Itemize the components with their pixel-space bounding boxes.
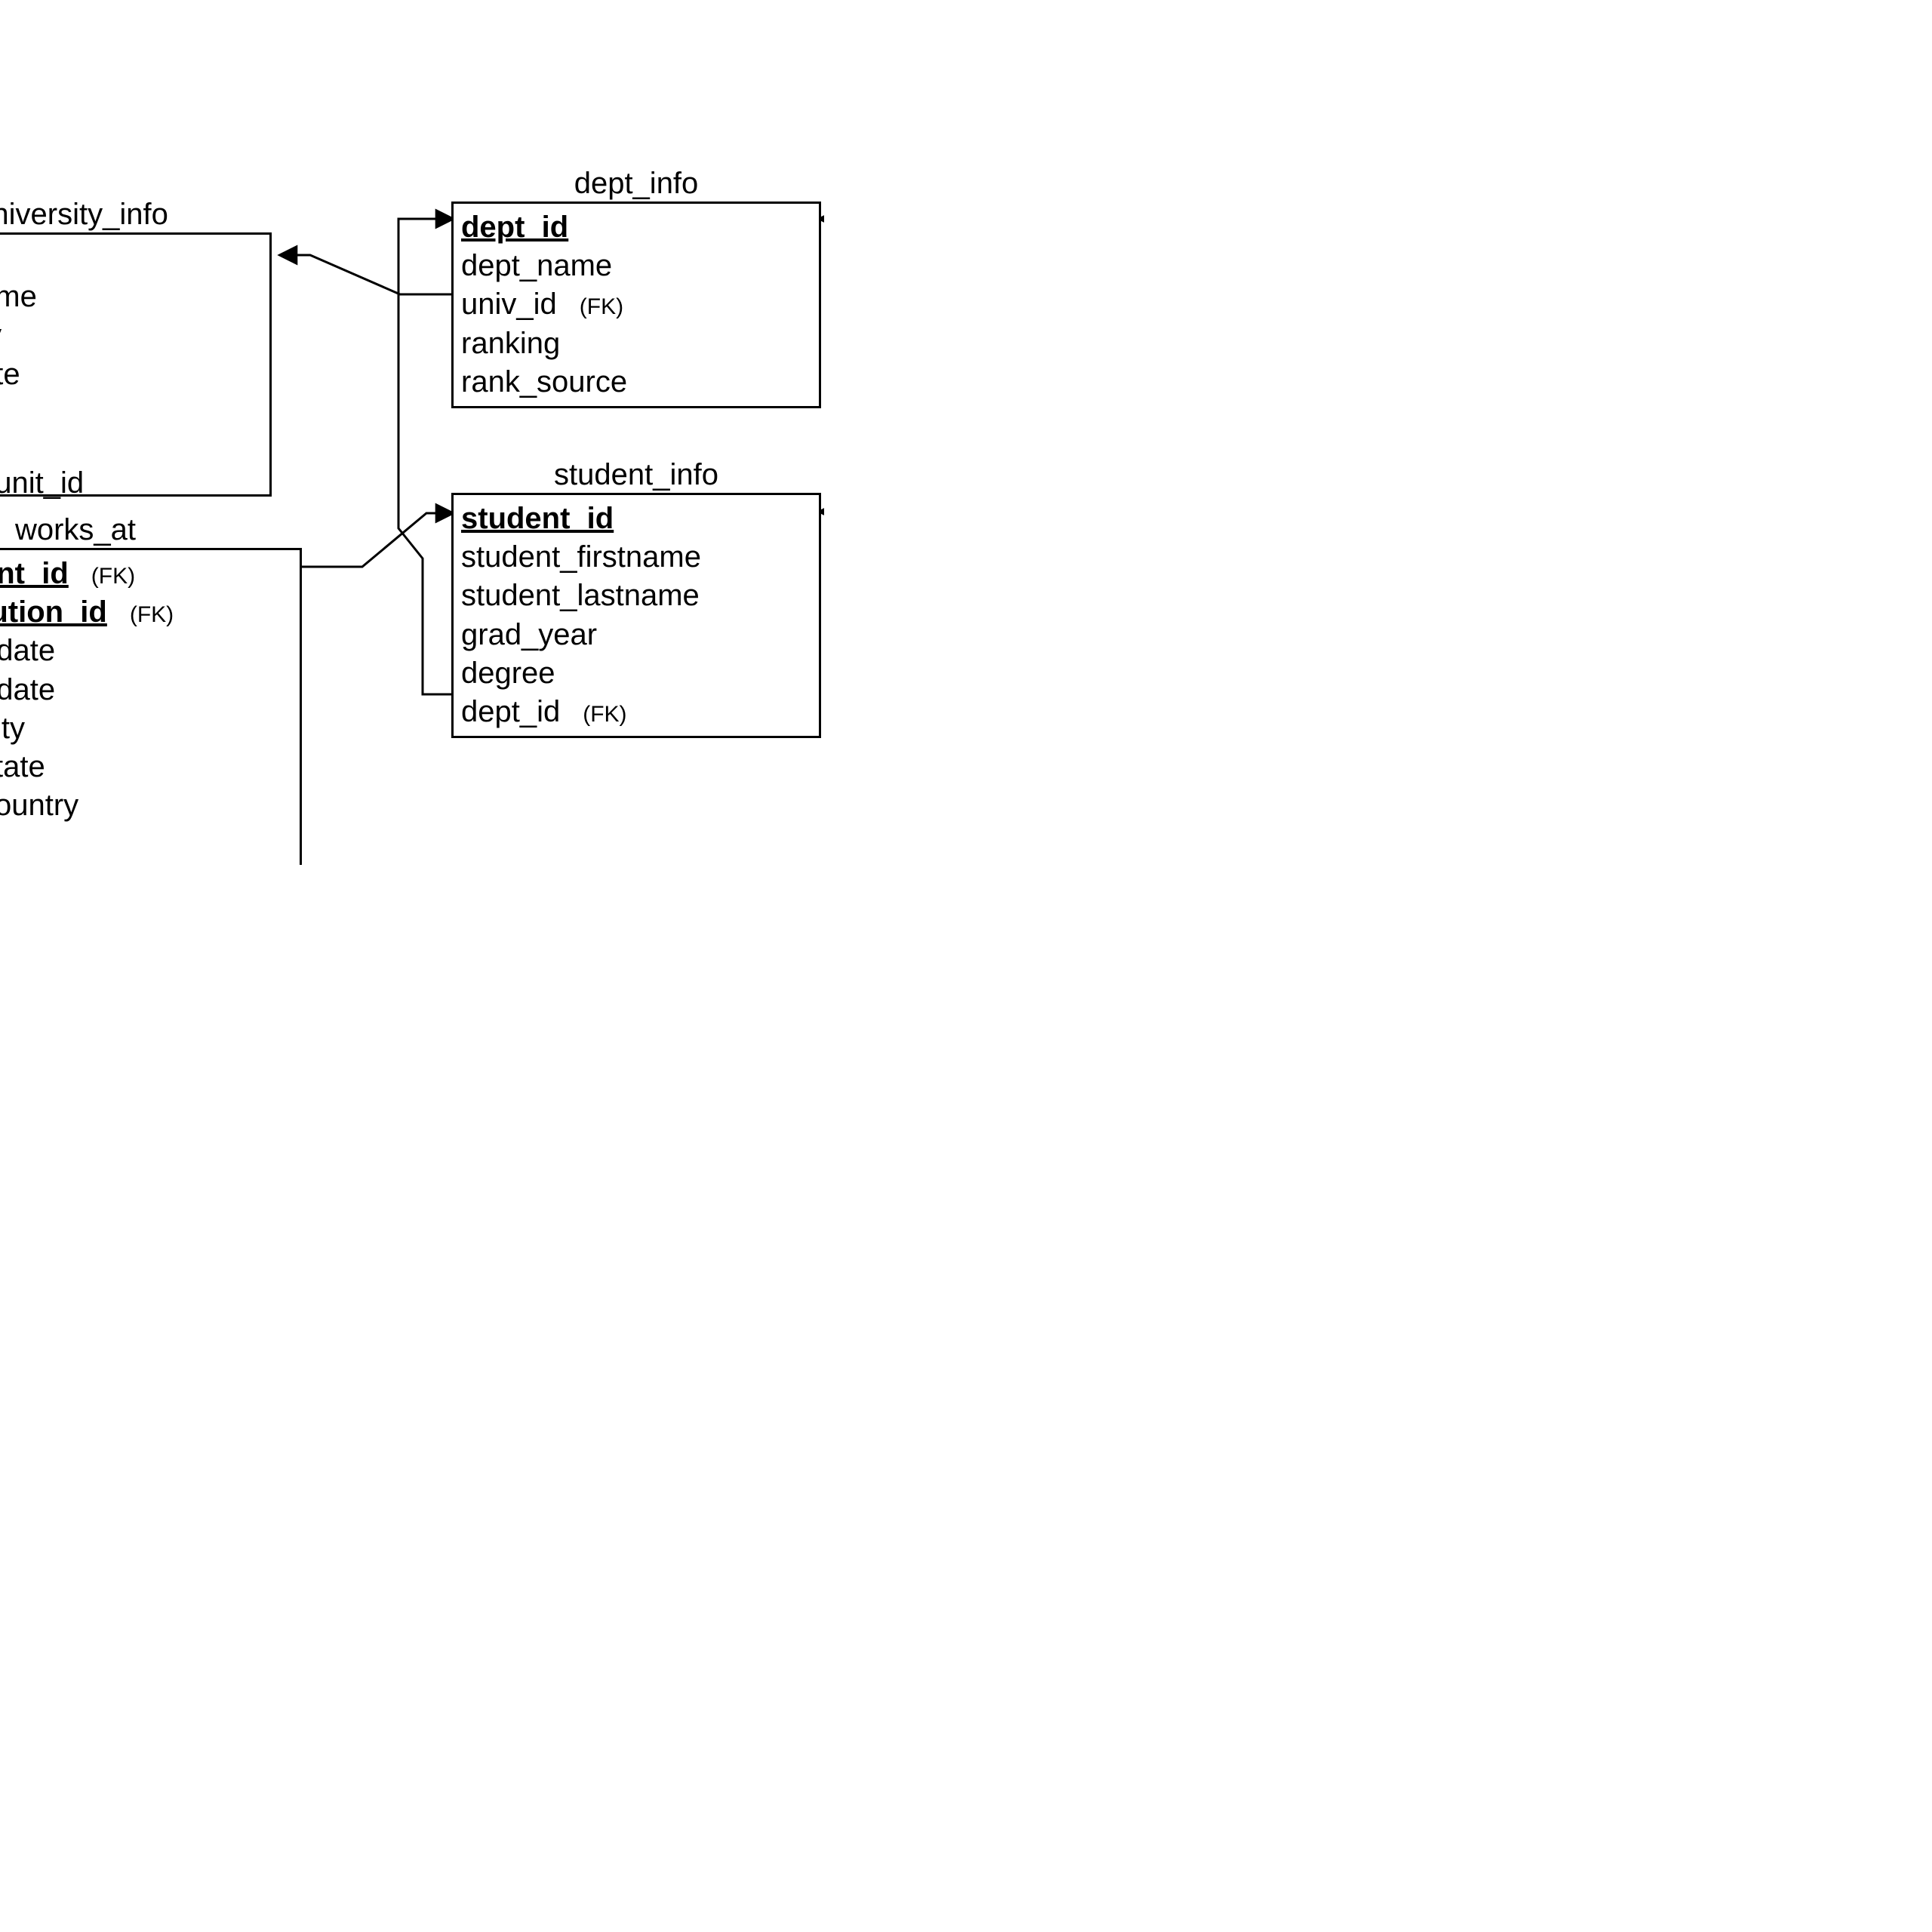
entity-title: student_info	[451, 458, 821, 492]
attr-pk-fk: tution_id	[0, 593, 107, 632]
attr: city	[0, 709, 25, 748]
attr: _date	[0, 671, 55, 709]
fk-label: (FK)	[580, 293, 623, 321]
fk-label: (FK)	[130, 601, 174, 629]
attr: rank_source	[461, 363, 627, 401]
attr: country	[0, 786, 78, 825]
attr: dept_id	[461, 693, 560, 731]
entity-dept-info: dept_info dept_id dept_name univ_id(FK) …	[451, 168, 821, 408]
fk-label: (FK)	[583, 700, 626, 729]
attr-pk-fk: ent_id	[0, 555, 69, 593]
attr: degree	[461, 654, 555, 693]
entity-works-at: works_at ent_id(FK) tution_id(FK) _date …	[0, 514, 302, 865]
attr: ty	[0, 316, 2, 355]
attr: student_firstname	[461, 538, 701, 577]
entity-student-info: student_info student_id student_firstnam…	[451, 459, 821, 738]
fk-label: (FK)	[91, 562, 135, 591]
attr: ate	[0, 355, 20, 394]
attr-pk: dept_id	[461, 208, 568, 247]
attr: grad_year	[461, 616, 597, 654]
entity-title: dept_info	[451, 167, 821, 201]
attr: univ_id	[461, 285, 557, 324]
attr: _date	[0, 632, 55, 670]
attr-pk: student_id	[461, 500, 614, 538]
attr: state	[0, 748, 45, 786]
entity-university-info: university_info d ame ty ate p _unit_id	[0, 198, 272, 497]
attr: student_lastname	[461, 577, 700, 615]
attr: _unit_id	[0, 464, 84, 503]
entity-title: works_at	[0, 513, 302, 547]
attr: ranking	[461, 325, 560, 363]
attr: dept_name	[461, 247, 612, 285]
attr: ame	[0, 278, 37, 316]
entity-title: university_info	[0, 198, 272, 232]
